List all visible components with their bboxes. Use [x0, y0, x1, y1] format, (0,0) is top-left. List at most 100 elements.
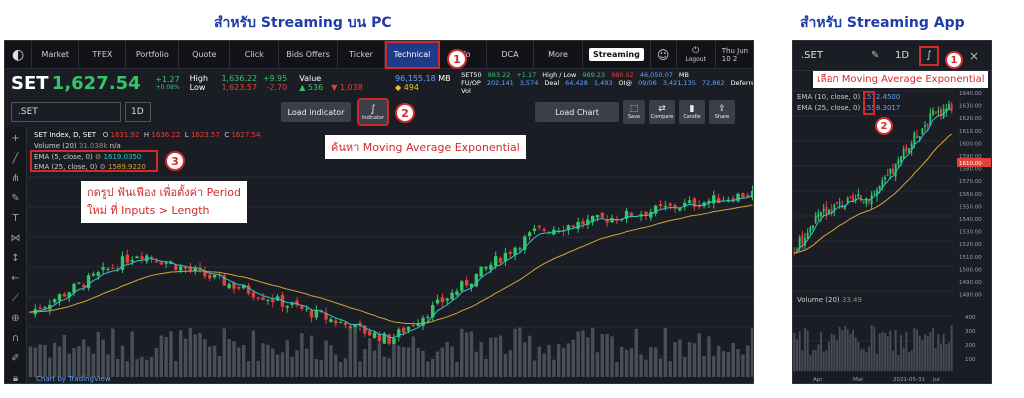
- indicator-curve-icon[interactable]: ∫: [919, 45, 939, 66]
- volume-bar: [479, 342, 483, 377]
- indicator-button[interactable]: ∫ Indicator: [357, 98, 389, 126]
- set50-high: 989.23: [582, 71, 606, 79]
- compare-button[interactable]: ⇄ Compare: [649, 100, 675, 124]
- lock-icon[interactable]: 🔒︎: [9, 371, 23, 384]
- streaming-logo-icon[interactable]: ◐: [5, 41, 33, 69]
- volume-bar: [916, 329, 918, 371]
- gear-icon[interactable]: ⚙: [95, 153, 101, 161]
- volume-bar: [518, 327, 522, 377]
- share-label: Share: [714, 114, 730, 120]
- avatar[interactable]: ☺: [651, 41, 677, 69]
- volume-bar: [595, 352, 600, 377]
- close-icon[interactable]: ×: [969, 49, 979, 63]
- tab-more[interactable]: More: [534, 41, 583, 69]
- candle-body: [130, 259, 134, 262]
- candle-button[interactable]: ▮ Candle: [679, 100, 705, 124]
- volume-bar: [889, 330, 892, 371]
- ema25-legend[interactable]: EMA (25, close, 0) ⚙ 1589.9220: [34, 163, 146, 171]
- app-timeframe[interactable]: 1D: [895, 50, 919, 61]
- change-value: +1.27: [155, 75, 180, 84]
- tab-dca[interactable]: DCA: [487, 41, 534, 69]
- candle-body: [309, 310, 314, 318]
- trendline-icon[interactable]: ╱: [9, 151, 23, 165]
- candle-body: [571, 225, 575, 228]
- candle-body: [256, 297, 260, 299]
- candle-body: [406, 326, 411, 331]
- volume-bar: [498, 335, 503, 377]
- zoom-icon[interactable]: ⊕: [9, 311, 23, 325]
- save-label: Save: [627, 114, 641, 120]
- volume-bar: [884, 332, 886, 371]
- brush-icon[interactable]: ✎: [9, 191, 23, 205]
- volume-tick-label: 100: [965, 357, 976, 363]
- tab-market[interactable]: Market: [32, 41, 80, 69]
- low-change: -2.70: [266, 83, 288, 92]
- app-gear-highlight: [863, 91, 875, 115]
- value-label: Value: [299, 74, 322, 83]
- volume-bar: [687, 342, 692, 377]
- timeframe-button[interactable]: 1D: [125, 102, 151, 122]
- share-button[interactable]: ⇪ Share: [709, 100, 735, 124]
- candle-body: [814, 215, 817, 223]
- volume-bar: [111, 328, 115, 377]
- volume-bar: [72, 347, 76, 377]
- candle-body: [435, 299, 440, 304]
- load-chart-button[interactable]: Load Chart: [535, 102, 619, 122]
- volume-bar: [822, 351, 825, 371]
- volume-bar: [547, 344, 551, 377]
- unch-count: ◆ 494: [395, 83, 419, 92]
- tab-ticker[interactable]: Ticker: [338, 41, 386, 69]
- app-ema10-legend[interactable]: EMA (10, close, 0) 1572.4500: [797, 93, 900, 101]
- tab-technical[interactable]: Technical: [385, 41, 440, 69]
- candle-body: [750, 190, 753, 198]
- volume-bar: [860, 349, 862, 371]
- magnet-icon[interactable]: ∩: [9, 331, 23, 345]
- brush-icon[interactable]: ✎: [871, 50, 895, 61]
- candle-body: [178, 266, 183, 271]
- gear-icon[interactable]: ⚙: [99, 163, 105, 171]
- ruler-icon[interactable]: ⟋: [9, 291, 23, 305]
- load-indicator-button[interactable]: Load indicator: [281, 102, 351, 122]
- save-button[interactable]: ⬚ Save: [623, 100, 645, 124]
- text-icon[interactable]: T: [9, 211, 23, 225]
- step-2-marker: 2: [395, 103, 415, 123]
- logout-button[interactable]: ⏻ Logout: [677, 41, 716, 69]
- app-chart-canvas[interactable]: 1640.001630.001620.001610.001600.001590.…: [793, 71, 992, 384]
- volume-bar: [876, 353, 878, 371]
- candle-icon: ▮: [689, 104, 695, 114]
- app-symbol[interactable]: .SET: [801, 50, 871, 61]
- candle-body: [338, 322, 343, 324]
- tradingview-credit[interactable]: Chart by TradingView: [36, 375, 111, 383]
- search-callout: ค้นหา Moving Average Exponential: [325, 135, 526, 159]
- tab-quote[interactable]: Quote: [179, 41, 231, 69]
- tab-click[interactable]: Click: [230, 41, 280, 69]
- price-tick-label: 1620.00: [959, 116, 982, 122]
- app-ema25-legend[interactable]: EMA (25, close, 0) 1558.3017: [797, 104, 900, 112]
- pitchfork-icon[interactable]: ⋔: [9, 171, 23, 185]
- ema5-legend[interactable]: EMA (5, close, 0) ⚙ 1619.0350: [34, 153, 141, 161]
- candle-body: [367, 331, 372, 336]
- volume-bar: [950, 325, 953, 371]
- volume-bar: [921, 340, 924, 371]
- symbol-input[interactable]: .SET: [11, 102, 121, 122]
- tab-portfolio[interactable]: Portfolio: [126, 41, 180, 69]
- tab-tfex[interactable]: TFEX: [79, 41, 127, 69]
- volume-bar: [523, 342, 527, 377]
- lock-drawing-icon[interactable]: ✐: [9, 351, 23, 365]
- crosshair-icon[interactable]: +: [9, 131, 23, 145]
- x-axis-label: Apr: [813, 377, 823, 383]
- oi1: 3,421,135: [662, 79, 696, 87]
- pattern-icon[interactable]: ⋈: [9, 231, 23, 245]
- measure-icon[interactable]: ↕: [9, 251, 23, 265]
- price-chart[interactable]: SET Index, D, SET O 1631.92 H 1636.22 L …: [28, 127, 753, 383]
- arrow-left-icon[interactable]: ←: [9, 271, 23, 285]
- volume-bar: [489, 337, 493, 377]
- close-value: 1627.54: [231, 131, 261, 139]
- set50-unit: MB: [678, 71, 689, 79]
- tab-bids-offers[interactable]: Bids Offers: [279, 41, 338, 69]
- volume-bar: [910, 350, 913, 371]
- volume-bar: [926, 336, 929, 371]
- volume-bar: [120, 345, 125, 377]
- compare-icon: ⇄: [658, 104, 666, 114]
- high-change: +9.95: [262, 74, 288, 83]
